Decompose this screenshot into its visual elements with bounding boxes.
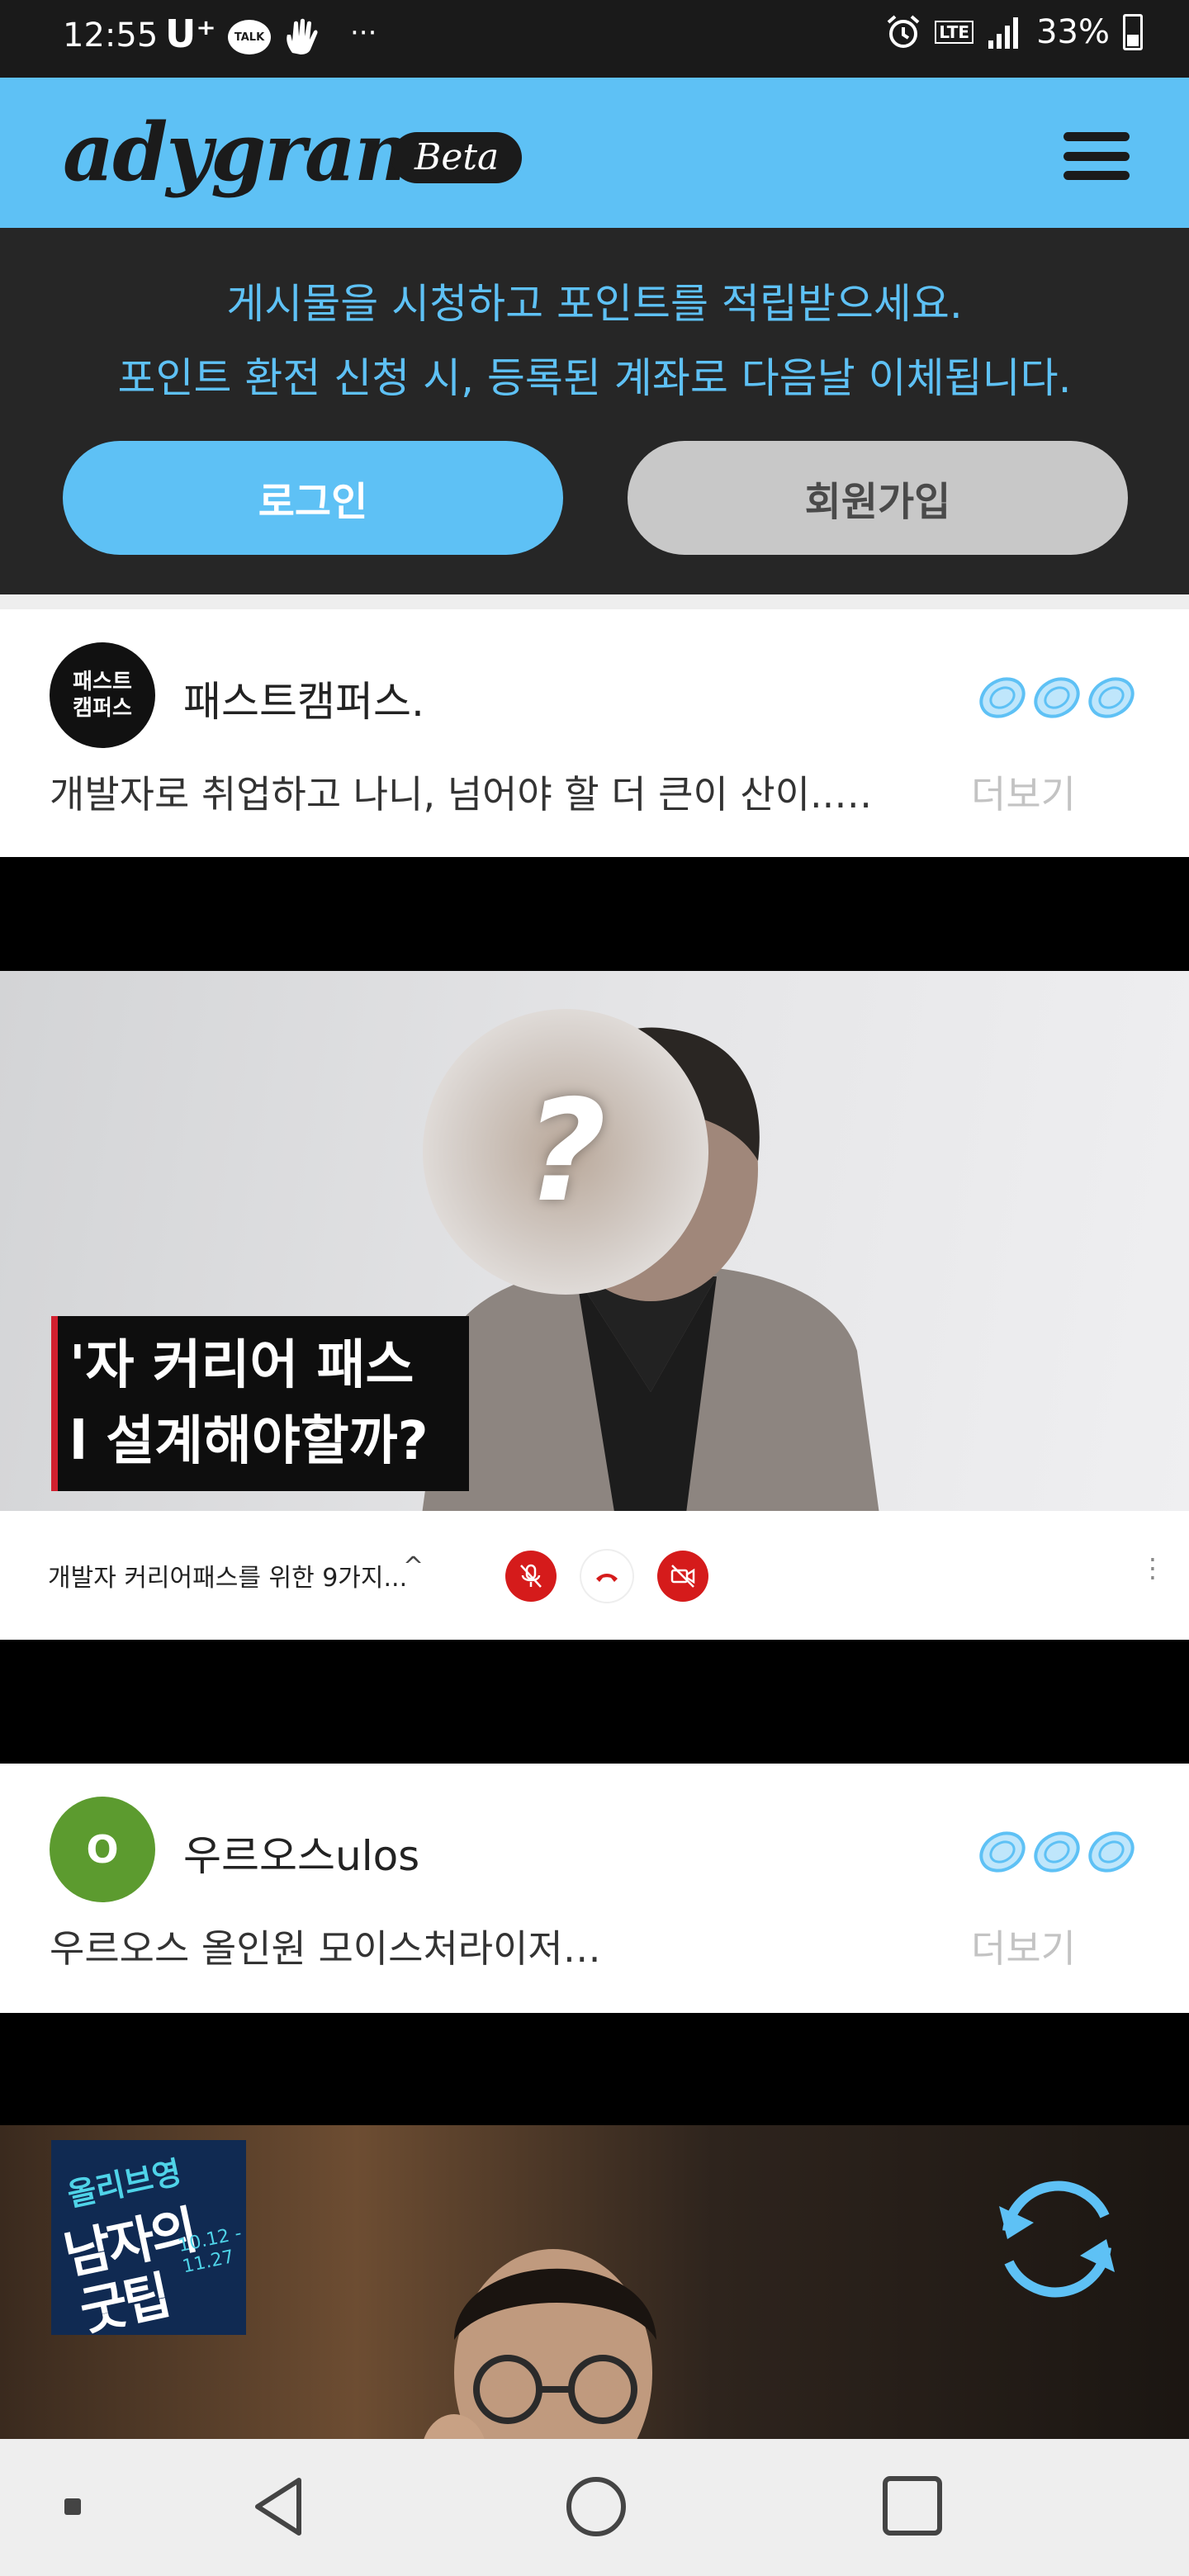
blurred-face: ? xyxy=(423,1009,708,1295)
dot-icon xyxy=(64,2498,81,2515)
more-notifications-icon: ··· xyxy=(350,17,377,50)
avatar[interactable]: 패스트 캠퍼스 xyxy=(50,642,155,748)
carrier-label: U⁺ xyxy=(165,12,216,56)
more-vert-icon[interactable]: ⋮ xyxy=(1139,1552,1166,1584)
divider xyxy=(0,594,1189,609)
post-text: 우르오스 올인원 모이스처라이저… xyxy=(50,1926,601,1971)
points-banner: 게시물을 시청하고 포인트를 적립받으세요. 포인트 환전 신청 시, 등록된 … xyxy=(0,228,1189,594)
system-nav-bar xyxy=(0,2439,1189,2576)
avatar-text-line2: 캠퍼스 xyxy=(73,696,132,721)
promo-badge: 올리브영 남자의 굿팁 10.12 - 11.27 xyxy=(51,2140,246,2342)
video-caption: '자 커리어 패스 l 설계해야할까? xyxy=(51,1316,469,1491)
video-off-button[interactable] xyxy=(657,1551,708,1602)
home-icon[interactable] xyxy=(565,2475,628,2538)
phone-hangup-icon xyxy=(596,1574,618,1582)
coin-stack-icon xyxy=(976,1830,1138,1874)
video-title[interactable]: 개발자 커리어패스를 위한 9가지... xyxy=(48,1557,407,1593)
more-link[interactable]: 더보기 xyxy=(971,765,1076,819)
hamburger-icon[interactable] xyxy=(1063,132,1130,180)
notification-icons: TALK xyxy=(228,17,322,58)
refresh-icon[interactable] xyxy=(974,2157,1139,2322)
system-indicators: LTE 33% xyxy=(885,13,1143,51)
post-card[interactable]: O 우르오스ulos 우르오스 올인원 모이스처라이저… 더보기 xyxy=(0,1764,1189,2013)
battery-percent: 33% xyxy=(1036,13,1110,51)
coin-stack-icon xyxy=(976,675,1138,720)
app-header: adygram Beta xyxy=(0,78,1189,228)
banner-line-1: 게시물을 시청하고 포인트를 적립받으세요. xyxy=(226,280,963,328)
ad-video[interactable]: 올리브영 남자의 굿팁 10.12 - 11.27 xyxy=(0,2125,1189,2439)
avatar-text-line1: 패스트 xyxy=(73,670,132,694)
banner-line-2: 포인트 환전 신청 시, 등록된 계좌로 다음날 이체됩니다. xyxy=(117,354,1072,402)
post-author[interactable]: 우르오스ulos xyxy=(183,1823,419,1882)
post-text: 개발자로 취업하고 나니, 넘어야 할 더 큰이 산이..… xyxy=(50,772,873,817)
hand-icon xyxy=(287,18,318,54)
battery-icon xyxy=(1123,14,1143,50)
status-time: 12:55 xyxy=(63,17,159,54)
chevron-up-icon[interactable]: ^ xyxy=(403,1552,424,1581)
signal-icon xyxy=(988,17,1019,49)
back-icon[interactable] xyxy=(249,2474,307,2540)
question-mark: ? xyxy=(524,1070,607,1234)
mic-off-icon xyxy=(520,1564,542,1588)
login-button[interactable]: 로그인 xyxy=(63,441,563,555)
app-logo[interactable]: adygram xyxy=(63,106,438,199)
mic-off-button[interactable] xyxy=(505,1551,557,1602)
avatar[interactable]: O xyxy=(50,1797,155,1902)
video-off-icon xyxy=(670,1565,695,1588)
talk-icon: TALK xyxy=(228,20,271,54)
beta-badge: Beta xyxy=(391,132,523,183)
person-image xyxy=(424,2249,656,2439)
hang-up-button[interactable] xyxy=(581,1551,632,1602)
video-player[interactable]: ? '자 커리어 패스 l 설계해야할까? xyxy=(0,971,1189,1511)
video-controls: 개발자 커리어패스를 위한 9가지... ^ ⋮ xyxy=(0,1511,1189,1640)
post-card[interactable]: 패스트 캠퍼스 패스트캠퍼스. 개발자로 취업하고 나니, 넘어야 할 더 큰이… xyxy=(0,609,1189,857)
recent-apps-icon[interactable] xyxy=(882,2475,943,2536)
caption-line-2: l 설계해야할까? xyxy=(69,1411,429,1472)
signup-button[interactable]: 회원가입 xyxy=(628,441,1128,555)
post-author[interactable]: 패스트캠퍼스. xyxy=(183,669,424,728)
alarm-icon xyxy=(888,15,920,48)
caption-line-1: '자 커리어 패스 xyxy=(69,1335,414,1396)
more-link[interactable]: 더보기 xyxy=(971,1919,1076,1973)
status-bar: 12:55 U⁺ TALK ··· LTE 33% xyxy=(0,0,1189,78)
lte-icon: LTE xyxy=(935,21,974,44)
